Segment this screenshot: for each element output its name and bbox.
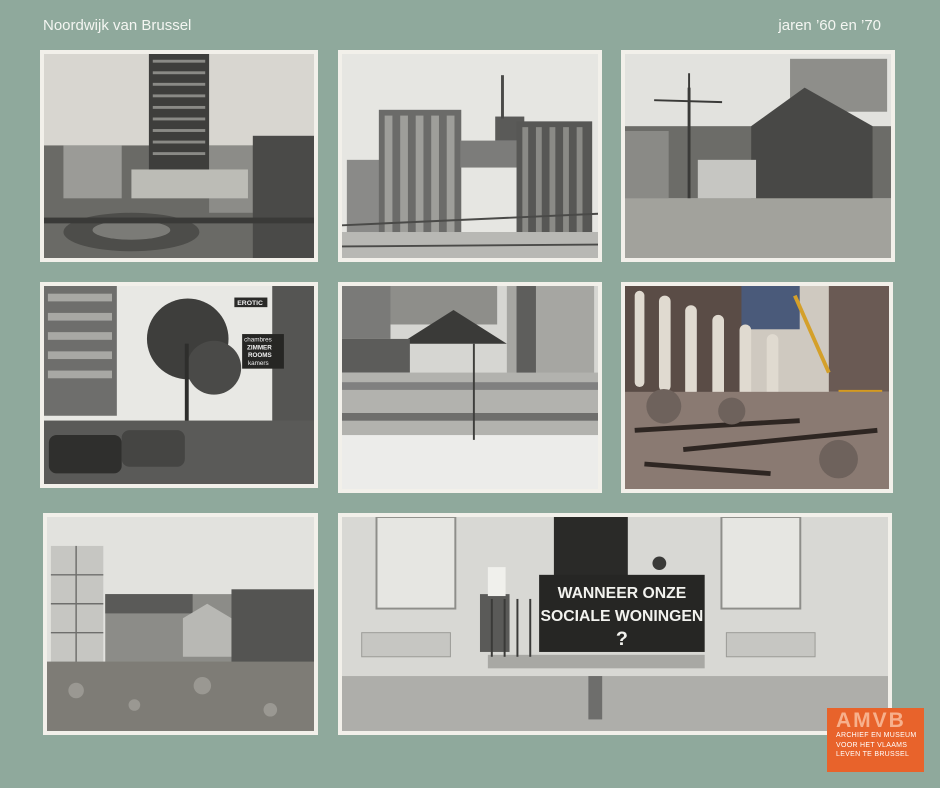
logo-line-2: VOOR HET VLAAMS <box>836 741 908 749</box>
photo-street-signs[interactable]: EROTIC chambres ZIMMER ROOMS kamers <box>40 282 318 488</box>
sign-chambres: chambres <box>244 337 272 344</box>
photo-wall-mural[interactable] <box>338 282 602 493</box>
sign-zimmer: ZIMMER <box>247 344 272 351</box>
photo-empty-lot[interactable] <box>43 513 318 735</box>
header-title: Noordwijk van Brussel <box>43 17 192 34</box>
banner-line-3: ? <box>616 628 628 650</box>
protest-banner-image: WANNEER ONZE SOCIALE WONINGEN ? <box>342 517 888 731</box>
tower-square-image <box>44 54 314 258</box>
photo-wind-turbine-church[interactable] <box>621 50 895 262</box>
header-period: jaren ’60 en ’70 <box>778 17 881 34</box>
logo-line-1: ARCHIEF EN MUSEUM <box>836 732 917 739</box>
amvb-logo: AMVB ARCHIEF EN MUSEUM VOOR HET VLAAMS L… <box>827 708 924 772</box>
logo-mark: AMVB <box>836 709 906 732</box>
office-towers-image <box>342 54 598 258</box>
wall-mural-image <box>342 286 598 489</box>
sign-rooms: ROOMS <box>248 352 272 359</box>
empty-lot-image <box>47 517 314 731</box>
photo-office-towers[interactable] <box>338 50 602 262</box>
logo-line-3: LEVEN TE BRUSSEL <box>836 751 910 758</box>
street-signs-image: EROTIC chambres ZIMMER ROOMS kamers <box>44 286 314 484</box>
photo-protest-banner[interactable]: WANNEER ONZE SOCIALE WONINGEN ? <box>338 513 892 735</box>
wind-turbine-church-image <box>625 54 891 258</box>
church-demolition-image <box>625 286 889 489</box>
photo-church-demolition[interactable] <box>621 282 893 493</box>
sign-erotic: EROTIC <box>237 300 263 307</box>
photo-tower-square[interactable] <box>40 50 318 262</box>
banner-line-1: WANNEER ONZE <box>558 585 687 602</box>
banner-line-2: SOCIALE WONINGEN <box>541 608 704 625</box>
sign-kamers: kamers <box>248 360 269 367</box>
